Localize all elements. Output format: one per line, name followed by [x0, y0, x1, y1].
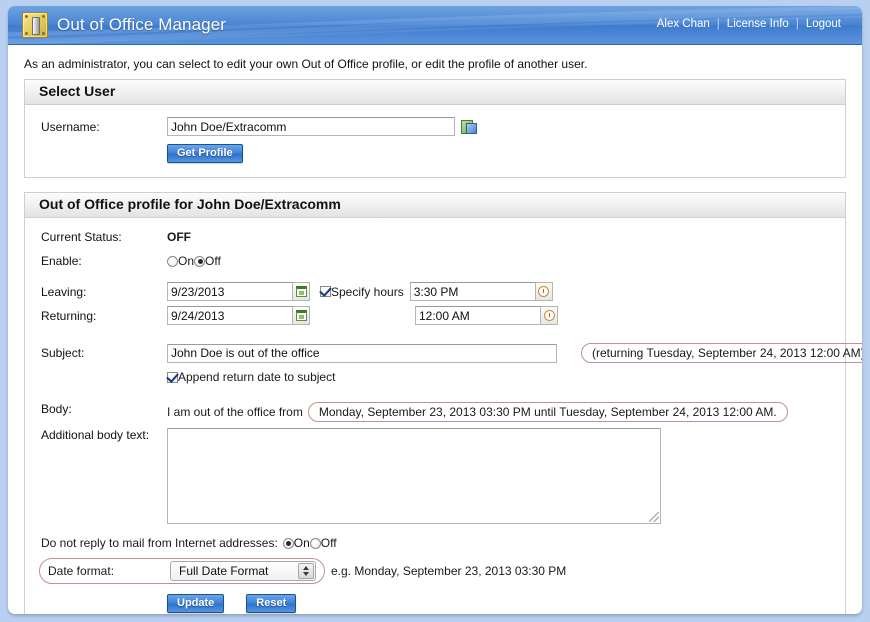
leaving-row: Leaving: Specify hours: [25, 270, 845, 303]
body-label: Body:: [41, 402, 72, 416]
enable-on-radio[interactable]: [167, 255, 178, 267]
subject-row: Subject: (returning Tuesday, September 2…: [25, 327, 862, 365]
app-title: Out of Office Manager: [57, 15, 227, 34]
chevron-up-icon: [303, 566, 309, 570]
additional-body-label: Additional body text:: [41, 428, 150, 442]
returning-date-input[interactable]: [167, 306, 293, 325]
date-format-stepper-icon[interactable]: [298, 563, 314, 579]
returning-calendar-icon[interactable]: [293, 306, 310, 325]
specify-hours-label: Specify hours: [331, 284, 404, 299]
subject-return-note-highlight: (returning Tuesday, September 24, 2013 1…: [581, 343, 862, 363]
append-return-row: Append return date to subject: [25, 365, 845, 386]
brand: Out of Office Manager: [22, 12, 226, 38]
date-format-select[interactable]: Full Date Format: [170, 561, 316, 581]
app-window: Out of Office Manager Alex Chan | Licens…: [8, 6, 862, 614]
enable-off-radio[interactable]: [194, 255, 206, 267]
leaving-label: Leaving:: [41, 284, 87, 299]
action-buttons-row: Update Reset: [25, 586, 845, 614]
user-account-link[interactable]: Alex Chan: [650, 18, 717, 30]
additional-body-row: Additional body text:: [25, 424, 845, 526]
date-format-label: Date format:: [48, 564, 115, 578]
enable-on-label: On: [178, 254, 195, 268]
leaving-date-input[interactable]: [167, 282, 293, 301]
returning-clock-icon[interactable]: [541, 306, 558, 325]
select-user-panel-title: Select User: [25, 80, 845, 105]
no-reply-off-radio[interactable]: [309, 537, 321, 549]
specify-hours-checkbox[interactable]: [320, 286, 331, 297]
date-format-row: Date format: Full Date Format e.g. Monda…: [25, 552, 845, 586]
textarea-resize-grip[interactable]: [649, 512, 659, 522]
date-format-value: Full Date Format: [179, 564, 269, 578]
header-links: Alex Chan | License Info | Logout: [650, 18, 848, 30]
body-range-highlight: Monday, September 23, 2013 03:30 PM unti…: [307, 402, 788, 422]
username-label: Username:: [41, 119, 100, 134]
leaving-time-input[interactable]: [409, 282, 536, 301]
no-reply-on-radio[interactable]: [282, 537, 294, 549]
get-profile-button[interactable]: Get Profile: [167, 144, 243, 163]
username-row: Username:: [25, 115, 845, 138]
profile-panel-title: Out of Office profile for John Doe/Extra…: [25, 193, 845, 218]
app-header: Out of Office Manager Alex Chan | Licens…: [8, 6, 862, 45]
logout-link[interactable]: Logout: [799, 18, 848, 30]
current-status-row: Current Status: OFF: [25, 228, 845, 246]
no-reply-off-label: Off: [320, 536, 337, 550]
select-user-panel: Select User Username: Get Profile: [24, 79, 846, 178]
update-button[interactable]: Update: [167, 594, 225, 613]
leaving-calendar-icon[interactable]: [293, 282, 310, 301]
subject-input[interactable]: [167, 343, 557, 363]
current-status-value: OFF: [167, 230, 191, 244]
enable-row: Enable: On Off: [25, 246, 845, 270]
chevron-down-icon: [303, 572, 309, 576]
profile-panel: Out of Office profile for John Doe/Extra…: [24, 192, 862, 614]
leaving-clock-icon[interactable]: [535, 282, 553, 301]
enable-label: Enable:: [41, 254, 82, 268]
light-switch-icon: [22, 12, 48, 38]
username-input[interactable]: [167, 117, 455, 136]
subject-label: Subject:: [41, 346, 85, 360]
enable-off-label: Off: [205, 254, 221, 268]
no-reply-row: Do not reply to mail from Internet addre…: [25, 526, 845, 552]
no-reply-on-label: On: [293, 536, 310, 550]
append-return-checkbox[interactable]: [167, 371, 178, 383]
body-prefix-text: I am out of the office from: [167, 405, 303, 419]
license-info-link[interactable]: License Info: [720, 18, 796, 30]
intro-text: As an administrator, you can select to e…: [24, 57, 588, 71]
subject-return-note: (returning Tuesday, September 24, 2013 1…: [592, 346, 862, 360]
get-profile-row: Get Profile: [25, 138, 845, 165]
returning-label: Returning:: [41, 308, 97, 323]
additional-body-textarea[interactable]: [167, 428, 661, 524]
body-range-text: Monday, September 23, 2013 03:30 PM unti…: [318, 405, 777, 419]
reset-button[interactable]: Reset: [246, 594, 297, 613]
returning-time-input[interactable]: [415, 306, 541, 325]
date-format-highlight: Date format: Full Date Format: [39, 558, 325, 584]
append-return-label: Append return date to subject: [178, 370, 336, 384]
current-status-label: Current Status:: [41, 230, 122, 244]
no-reply-label: Do not reply to mail from Internet addre…: [41, 536, 278, 550]
address-book-icon[interactable]: [461, 119, 477, 134]
body-row: Body: I am out of the office from Monday…: [25, 386, 845, 424]
date-format-example: e.g. Monday, September 23, 2013 03:30 PM: [331, 564, 567, 578]
returning-row: Returning:: [25, 303, 845, 327]
